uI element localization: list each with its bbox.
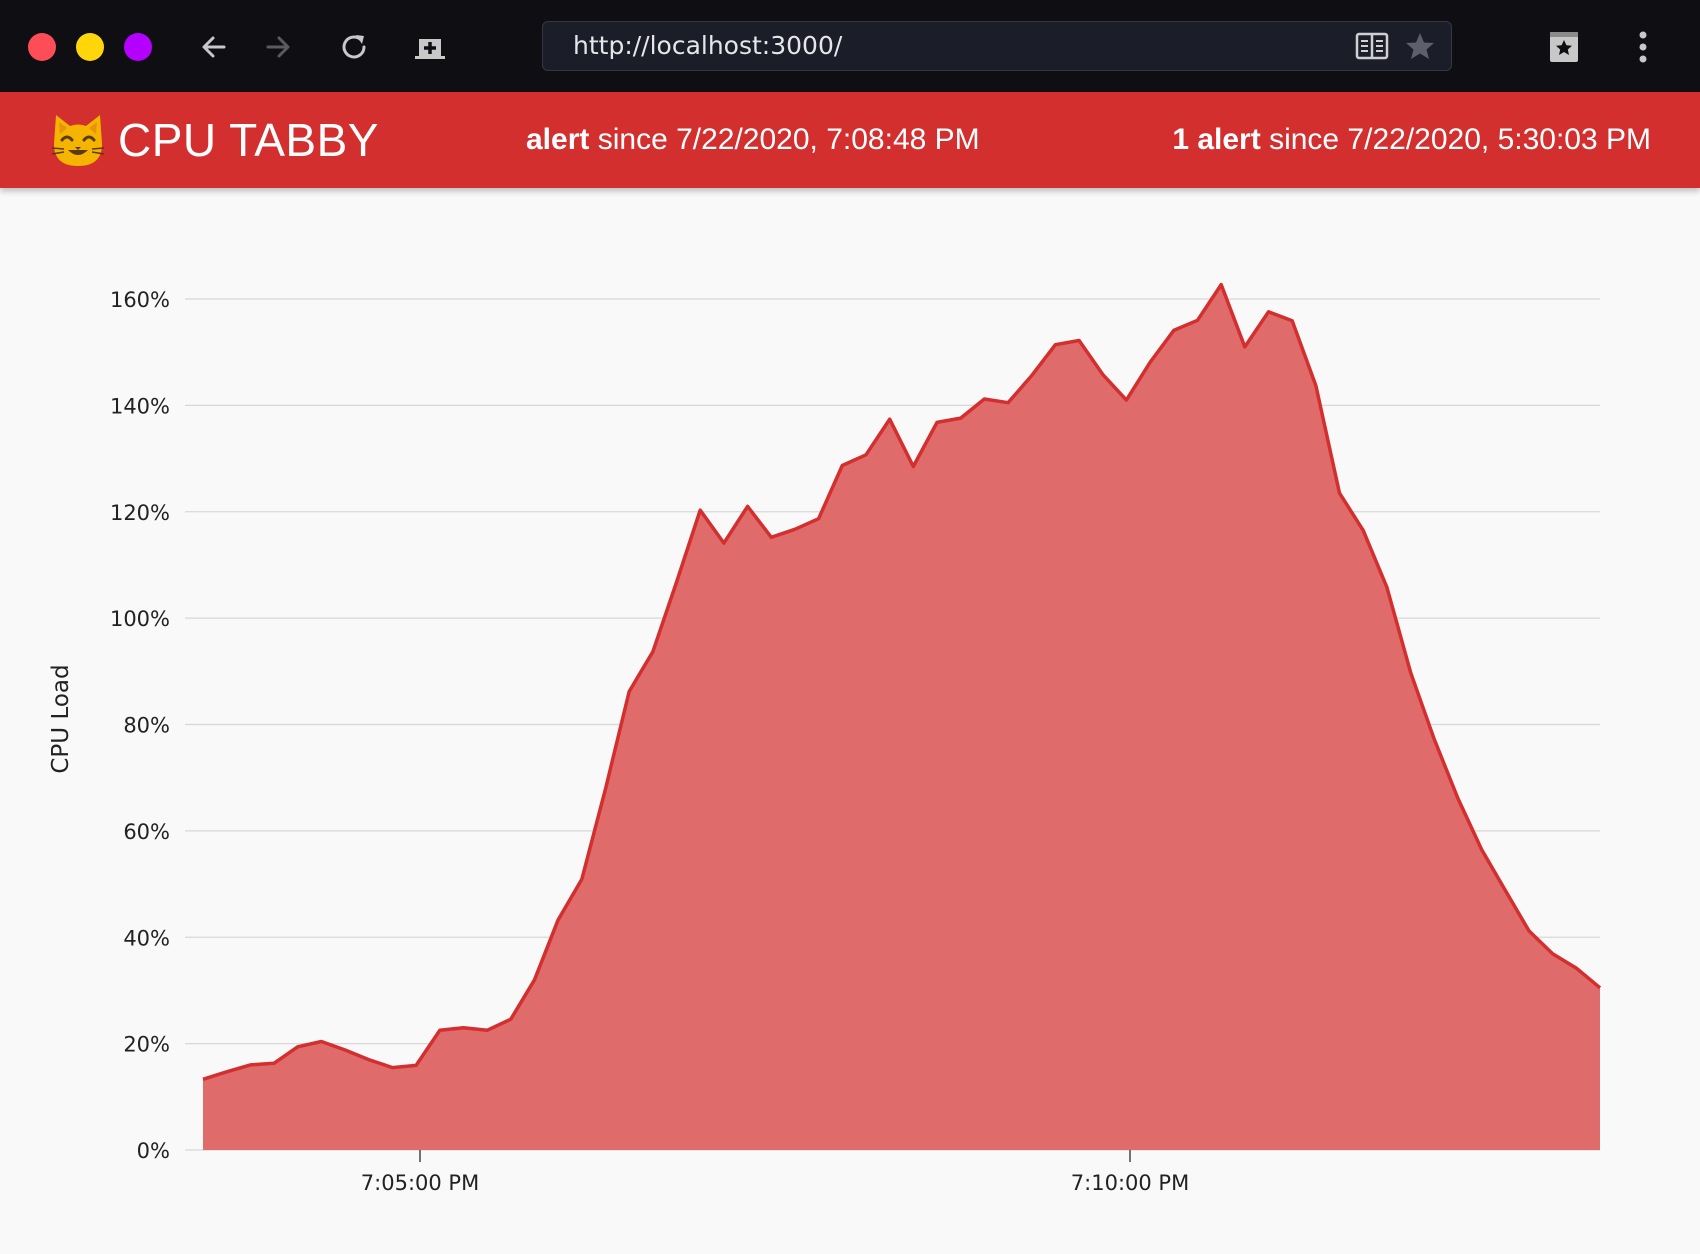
alert-status: alert since 7/22/2020, 7:08:48 PM [526,92,980,188]
alert-count-label: 1 alert [1172,123,1261,156]
cpu-load-area [203,284,1600,1151]
forward-arrow-icon[interactable] [257,26,299,68]
x-tick-label: 7:10:00 PM [1071,1171,1189,1195]
alert-count: 1 alert since 7/22/2020, 5:30:03 PM [1172,92,1651,188]
bookmark-star-icon[interactable] [1403,30,1437,62]
y-axis-label: CPU Load [48,664,74,773]
y-tick-label: 80% [123,714,170,738]
y-axis-ticks: 0% 20% 40% 60% 80% 100% 120% 140% 160% [110,288,170,1163]
back-arrow-icon[interactable] [193,26,235,68]
y-tick-label: 60% [123,820,170,844]
y-tick-label: 100% [110,607,170,631]
bookmarks-icon[interactable] [1543,26,1585,68]
new-tab-icon[interactable] [409,26,451,68]
cat-face-icon [48,110,108,170]
y-tick-label: 20% [123,1033,170,1057]
window-zoom-button[interactable] [124,33,152,61]
alert-status-label: alert [526,123,590,156]
y-tick-label: 120% [110,501,170,525]
y-tick-label: 0% [137,1139,170,1163]
app-title: CPU TABBY [118,114,379,166]
alert-count-since: since 7/22/2020, 5:30:03 PM [1269,123,1651,156]
y-tick-label: 160% [110,288,170,312]
y-tick-label: 40% [123,926,170,950]
url-text[interactable]: http://localhost:3000/ [573,22,842,69]
kebab-menu-icon[interactable] [1622,26,1664,68]
browser-toolbar: http://localhost:3000/ [0,0,1700,92]
x-tick-label: 7:05:00 PM [361,1171,479,1195]
cpu-load-chart: 0% 20% 40% 60% 80% 100% 120% 140% 160% 7:05:00 P… [0,188,1700,1250]
window-close-button[interactable] [28,33,56,61]
window-minimize-button[interactable] [76,33,104,61]
address-bar[interactable]: http://localhost:3000/ [542,21,1452,71]
cpu-load-chart-svg: 0% 20% 40% 60% 80% 100% 120% 140% 160% 7:05:00 P… [48,282,1602,1195]
reload-icon[interactable] [333,26,375,68]
alert-status-since: since 7/22/2020, 7:08:48 PM [597,123,980,156]
app-header: CPU TABBY alert since 7/22/2020, 7:08:48… [0,92,1700,188]
reader-mode-icon[interactable] [1355,30,1389,62]
y-tick-label: 140% [110,394,170,418]
x-axis: 7:05:00 PM 7:10:00 PM [361,1150,1189,1195]
